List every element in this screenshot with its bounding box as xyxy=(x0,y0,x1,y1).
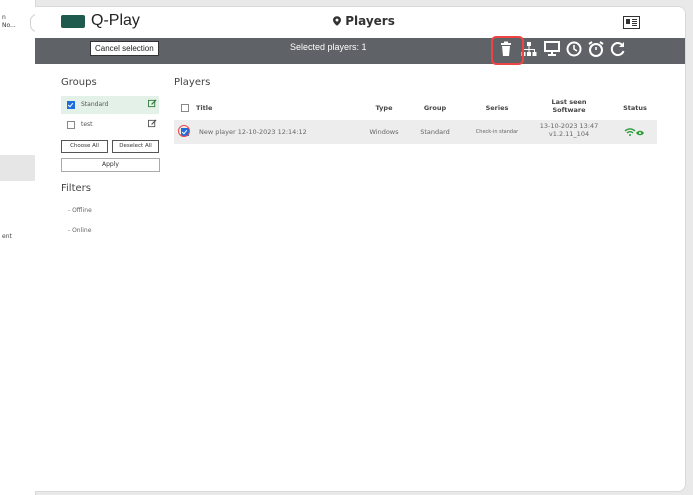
left-sidebar: n No... ent xyxy=(0,0,46,495)
col-status[interactable]: Status xyxy=(617,104,653,112)
apply-button[interactable]: Apply xyxy=(61,158,160,172)
row-type: Windows xyxy=(369,128,399,136)
row-last-seen: 13-10-2023 13:47 v1.2.11_104 xyxy=(539,122,599,138)
row-status xyxy=(620,127,650,139)
group-item-test[interactable]: test xyxy=(61,116,159,134)
page-title-text: Players xyxy=(345,14,395,28)
edit-icon[interactable] xyxy=(148,119,157,128)
filter-offline[interactable]: - Offline xyxy=(68,207,92,214)
location-pin-icon xyxy=(333,16,341,26)
group-item-standard[interactable]: Standard xyxy=(61,96,159,114)
action-bar: Cancel selection Selected players: 1 xyxy=(35,38,685,64)
alarm-icon[interactable] xyxy=(587,40,605,58)
presentation-icon[interactable] xyxy=(543,40,561,58)
filters-heading: Filters xyxy=(61,183,91,194)
group-label: Standard xyxy=(81,101,109,108)
group-checkbox[interactable] xyxy=(67,121,75,129)
players-heading: Players xyxy=(174,77,211,88)
group-label: test xyxy=(81,121,93,128)
eye-icon xyxy=(636,130,644,136)
col-last-seen[interactable]: Last seen Software xyxy=(539,98,599,114)
status-icons xyxy=(624,128,644,136)
logo-text: Q-Play xyxy=(91,12,140,29)
table-row[interactable]: New player 12-10-2023 12:14:12 Windows S… xyxy=(174,120,657,144)
logo-mark xyxy=(61,15,85,28)
col-series[interactable]: Series xyxy=(477,104,517,112)
col-type[interactable]: Type xyxy=(366,104,402,112)
sidebar-active-item[interactable] xyxy=(0,155,35,181)
clock-icon[interactable] xyxy=(565,40,583,58)
sidebar-bottom-text: ent xyxy=(2,233,12,240)
trash-highlight-ring xyxy=(491,36,524,65)
filter-online[interactable]: - Online xyxy=(68,227,91,234)
page-title: Players xyxy=(333,14,395,28)
top-bar: Q-Play Players xyxy=(35,7,685,38)
edit-icon[interactable] xyxy=(148,99,157,108)
select-all-checkbox[interactable] xyxy=(181,104,189,112)
sidebar-top-text: n No... xyxy=(2,14,16,29)
selected-players-text: Selected players: 1 xyxy=(290,42,367,52)
choose-all-button[interactable]: Choose All xyxy=(61,140,108,153)
group-checkbox[interactable] xyxy=(67,101,75,109)
groups-heading: Groups xyxy=(61,77,97,88)
newspaper-icon[interactable] xyxy=(623,16,640,29)
col-group[interactable]: Group xyxy=(417,104,453,112)
refresh-icon[interactable] xyxy=(609,40,627,58)
row-group: Standard xyxy=(420,128,450,136)
wifi-icon xyxy=(624,128,636,136)
row-title: New player 12-10-2023 12:14:12 xyxy=(199,128,307,136)
row-check-highlight-ring xyxy=(178,125,190,137)
app-window: Q-Play Players Cancel selection Selected… xyxy=(35,6,686,492)
row-series: Check-in standar xyxy=(475,129,519,135)
deselect-all-button[interactable]: Deselect All xyxy=(112,140,159,153)
players-table-header: Title Type Group Series Last seen Softwa… xyxy=(174,95,657,117)
cancel-selection-button[interactable]: Cancel selection xyxy=(90,41,159,56)
col-title[interactable]: Title xyxy=(196,104,212,112)
